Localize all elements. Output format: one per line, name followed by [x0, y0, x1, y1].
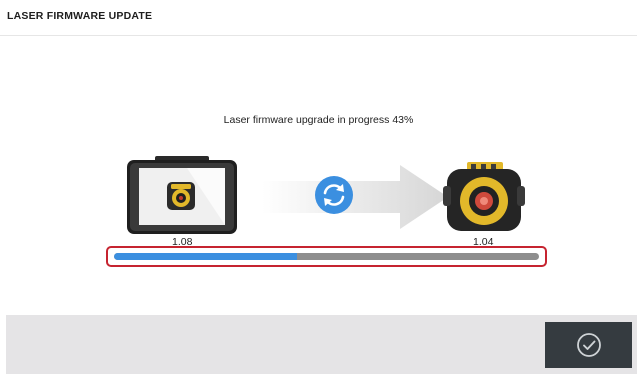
confirm-button[interactable]: [545, 322, 632, 368]
sync-icon: [315, 176, 353, 214]
laser-sensor-icon: [443, 162, 525, 231]
header-bar: LASER FIRMWARE UPDATE: [0, 0, 637, 36]
progress-highlight-frame: [106, 246, 547, 267]
progress-bar-track: [114, 253, 539, 260]
check-circle-icon: [576, 333, 601, 357]
transfer-arrow-icon: [262, 165, 448, 229]
tablet-device-icon: [127, 156, 237, 234]
progress-bar-fill: [114, 253, 297, 260]
progress-status-text: Laser firmware upgrade in progress 43%: [223, 114, 414, 126]
page-title: LASER FIRMWARE UPDATE: [7, 10, 153, 22]
footer-bar: [6, 315, 637, 374]
